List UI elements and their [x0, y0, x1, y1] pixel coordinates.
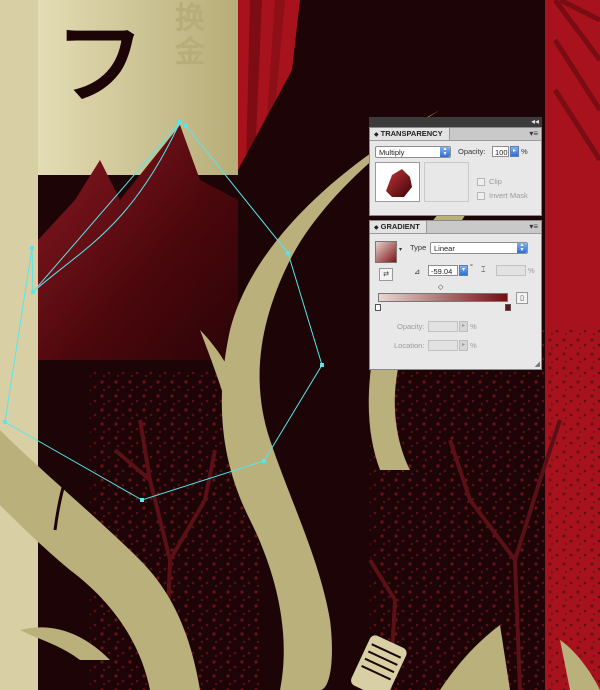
invert-mask-checkbox[interactable] [477, 192, 485, 200]
blend-mode-value: Multiply [379, 148, 405, 157]
kanji-small-1: 换 [175, 1, 206, 36]
stop-location-slider-button: ▸ [459, 340, 468, 351]
mask-thumbnail[interactable] [424, 162, 469, 202]
gradient-stop-0[interactable] [375, 304, 381, 311]
angle-dropdown-button[interactable]: ▾ [459, 265, 468, 276]
opacity-slider-button[interactable]: ▸ [510, 146, 519, 157]
delete-stop-icon[interactable]: ▯ [516, 292, 528, 304]
stop-location-unit: % [470, 341, 477, 350]
clip-label: Clip [489, 177, 502, 186]
gradient-swatch[interactable] [375, 241, 397, 263]
aspect-ratio-icon: ⌶ [481, 265, 486, 274]
type-label: Type [410, 243, 427, 252]
reverse-gradient-icon[interactable]: ⇄ [379, 268, 393, 281]
midpoint-diamond[interactable]: ◇ [438, 283, 443, 293]
panel-menu-icon[interactable]: ▾≡ [529, 128, 538, 140]
transparency-panel: ◆ TRANSPARENCY ▾≡ Multiply ▲ ▼ Opacity: 10… [369, 127, 542, 216]
gradient-panel: ◆ GRADIENT ▾≡ ▾ Type Linear ▲ ▼ ⇄ ⊿ -59.04… [369, 220, 542, 370]
panel-menu-icon[interactable]: ▾≡ [529, 221, 538, 233]
gradient-tabbar: ◆ GRADIENT ▾≡ [370, 221, 541, 234]
gradient-type-value: Linear [434, 244, 455, 253]
stop-location-label: Location: [394, 341, 425, 350]
angle-unit: ° [470, 262, 473, 271]
object-thumbnail[interactable] [375, 162, 420, 202]
aspect-ratio-input [496, 265, 526, 276]
stop-opacity-input [428, 321, 458, 332]
tab-expand-icon[interactable]: ◆ [374, 132, 379, 138]
transparency-tabbar: ◆ TRANSPARENCY ▾≡ [370, 128, 541, 141]
stop-location-input [428, 340, 458, 351]
gradient-slider-bar[interactable] [378, 293, 508, 302]
kanji-small-2: 金 [174, 35, 206, 70]
invert-mask-label: Invert Mask [489, 191, 528, 200]
tab-expand-icon[interactable]: ◆ [374, 225, 379, 231]
aspect-unit: % [528, 266, 535, 275]
opacity-unit: % [521, 147, 528, 156]
angle-icon: ⊿ [414, 267, 421, 276]
swatch-dropdown-icon[interactable]: ▾ [399, 245, 402, 255]
gradient-type-select[interactable]: Linear ▲ ▼ [430, 242, 528, 254]
resize-grip-icon[interactable]: ◢ [535, 360, 540, 368]
opacity-input[interactable]: 100 [492, 146, 509, 157]
blend-mode-stepper-icon: ▲ ▼ [440, 147, 450, 157]
stop-opacity-unit: % [470, 322, 477, 331]
tab-transparency-label: TRANSPARENCY [380, 129, 443, 138]
tab-gradient-label: GRADIENT [380, 222, 420, 231]
tab-transparency[interactable]: ◆ TRANSPARENCY [370, 128, 450, 140]
opacity-label: Opacity: [458, 147, 486, 156]
tab-gradient[interactable]: ◆ GRADIENT [370, 221, 427, 233]
thumbnail-shape-icon [386, 169, 412, 197]
kanji-large: フ [55, 12, 145, 117]
angle-input[interactable]: -59.04 [428, 265, 458, 276]
gradient-stop-1[interactable] [505, 304, 511, 311]
stop-opacity-label: Opacity: [397, 322, 425, 331]
gradient-type-stepper-icon: ▲ ▼ [517, 243, 527, 253]
panel-dock-bar[interactable]: ◂◂ [369, 117, 542, 127]
blend-mode-select[interactable]: Multiply ▲ ▼ [375, 146, 451, 158]
blossom-field-right [370, 330, 600, 690]
stop-opacity-slider-button: ▸ [459, 321, 468, 332]
collapse-icon[interactable]: ◂◂ [531, 117, 539, 127]
clip-checkbox[interactable] [477, 178, 485, 186]
